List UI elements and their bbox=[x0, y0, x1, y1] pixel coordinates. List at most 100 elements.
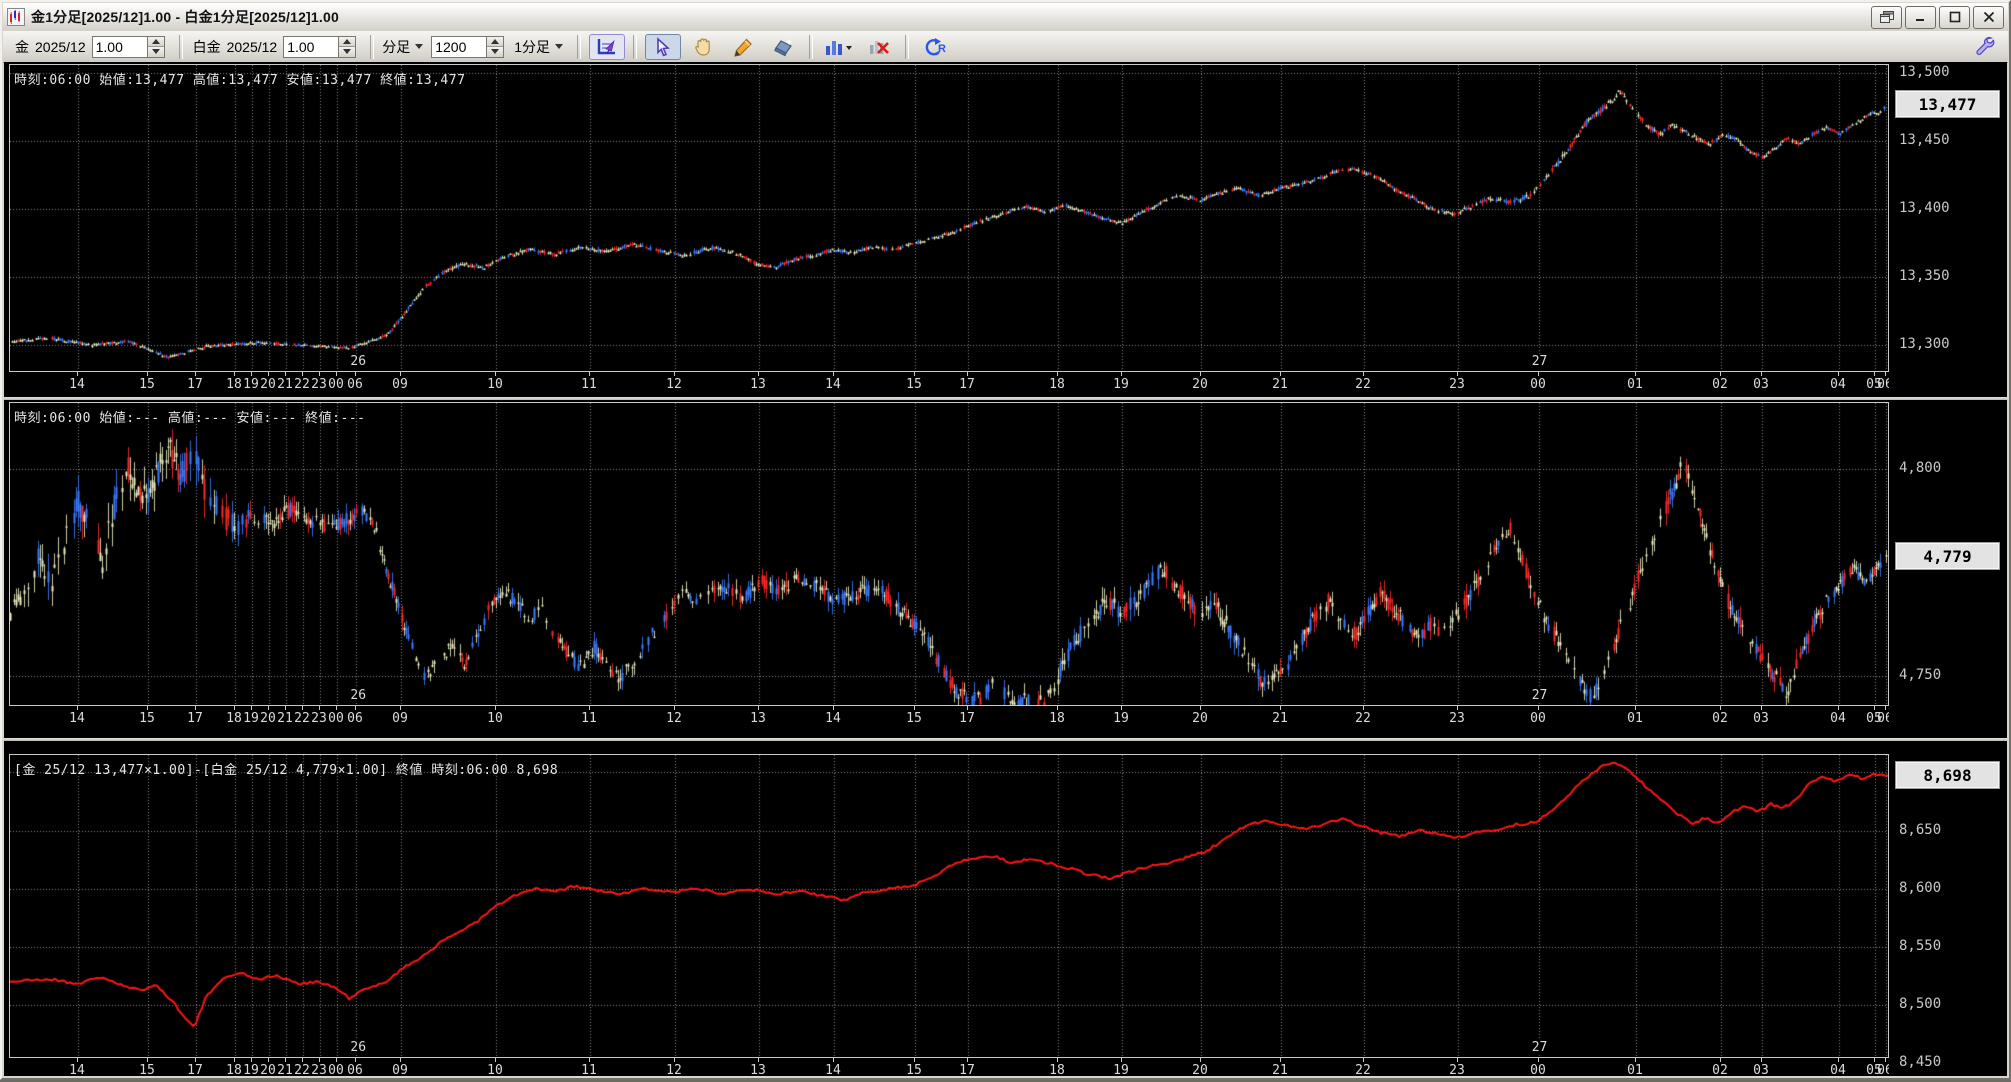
day-marker: 27 bbox=[1531, 354, 1549, 369]
x-tick-mark bbox=[589, 706, 590, 710]
x-tick-label: 22 bbox=[294, 377, 310, 392]
y-axis-label: 8,500 bbox=[1899, 996, 1941, 1012]
y-axis-label: 8,600 bbox=[1899, 880, 1941, 896]
platinum-multiplier-up-button[interactable] bbox=[339, 37, 355, 47]
x-tick-label: 17 bbox=[959, 377, 975, 392]
x-tick-mark bbox=[967, 1058, 968, 1062]
interval-label: 1分足 bbox=[514, 37, 550, 57]
x-tick-label: 06 bbox=[347, 1063, 363, 1078]
x-tick-label: 15 bbox=[906, 377, 922, 392]
platinum-multiplier-down-button[interactable] bbox=[339, 46, 355, 57]
float-window-button[interactable] bbox=[1871, 6, 1902, 29]
x-tick-label: 17 bbox=[187, 711, 203, 726]
x-tick-mark bbox=[302, 372, 303, 376]
delete-chart-button[interactable] bbox=[861, 34, 897, 60]
platinum-multiplier-input[interactable] bbox=[283, 36, 338, 58]
x-tick-label: 02 bbox=[1712, 711, 1728, 726]
x-tick-mark bbox=[285, 1058, 286, 1062]
x-tick-mark bbox=[1538, 372, 1539, 376]
x-tick-mark bbox=[495, 706, 496, 710]
x-tick-label: 06 bbox=[1877, 377, 1889, 392]
x-tick-mark bbox=[268, 1058, 269, 1062]
x-tick-label: 20 bbox=[260, 1063, 276, 1078]
x-tick-mark bbox=[336, 706, 337, 710]
bar-type-dropdown[interactable]: 分足 bbox=[382, 37, 423, 57]
chart-style-button[interactable] bbox=[821, 34, 857, 60]
gold-plot-canvas[interactable] bbox=[10, 65, 1888, 371]
x-tick-label: 02 bbox=[1712, 1063, 1728, 1078]
x-tick-mark bbox=[1457, 706, 1458, 710]
hand-tool-button[interactable] bbox=[685, 34, 721, 60]
bar-count-down-button[interactable] bbox=[487, 46, 503, 57]
x-tick-mark bbox=[1838, 1058, 1839, 1062]
x-tick-mark bbox=[147, 1058, 148, 1062]
gold-multiplier-input[interactable] bbox=[92, 36, 147, 58]
x-tick-label: 21 bbox=[277, 711, 293, 726]
reload-icon: R bbox=[923, 37, 947, 57]
x-tick-label: 17 bbox=[187, 1063, 203, 1078]
day-marker: 26 bbox=[349, 354, 367, 369]
x-tick-label: 00 bbox=[1530, 377, 1546, 392]
chevron-down-icon bbox=[415, 44, 423, 49]
gold-time-axis: 1415171819202122230006091011121314151718… bbox=[9, 372, 1889, 396]
chart-preferences-button[interactable] bbox=[1968, 34, 2000, 60]
x-tick-label: 18 bbox=[1049, 377, 1065, 392]
reload-chart-button[interactable]: R bbox=[917, 34, 953, 60]
gold-multiplier-down-button[interactable] bbox=[148, 46, 164, 57]
x-tick-mark bbox=[1720, 372, 1721, 376]
x-tick-label: 19 bbox=[243, 1063, 259, 1078]
pencil-tool-button[interactable] bbox=[725, 34, 761, 60]
gold-price-axis: 13,50013,45013,40013,35013,30013,477 bbox=[1894, 64, 2007, 372]
title-bar[interactable]: 金1分足[2025/12]1.00 - 白金1分足[2025/12]1.00 bbox=[3, 3, 2008, 32]
x-tick-mark bbox=[1838, 372, 1839, 376]
eraser-tool-button[interactable] bbox=[765, 34, 801, 60]
minimize-button[interactable] bbox=[1905, 6, 1936, 29]
x-tick-label: 15 bbox=[139, 1063, 155, 1078]
gold-multiplier-up-button[interactable] bbox=[148, 37, 164, 47]
bar-count-input[interactable] bbox=[431, 36, 486, 58]
x-tick-label: 10 bbox=[487, 377, 503, 392]
x-tick-mark bbox=[967, 372, 968, 376]
x-tick-label: 12 bbox=[666, 1063, 682, 1078]
x-tick-label: 18 bbox=[226, 1063, 242, 1078]
spread-info-line: [金 25/12 13,477×1.00]-[白金 25/12 4,779×1.… bbox=[14, 759, 558, 778]
bar-chart-icon bbox=[824, 37, 854, 57]
platinum-plot-canvas[interactable] bbox=[10, 403, 1888, 705]
panel-splitter[interactable] bbox=[4, 738, 2007, 741]
pencil-icon bbox=[732, 37, 754, 57]
x-tick-mark bbox=[400, 372, 401, 376]
y-axis-label: 13,500 bbox=[1899, 64, 1950, 80]
up-arrow-icon bbox=[343, 39, 351, 44]
x-tick-label: 04 bbox=[1830, 1063, 1846, 1078]
x-tick-mark bbox=[589, 372, 590, 376]
wrench-icon bbox=[1972, 34, 1996, 58]
maximize-button[interactable] bbox=[1939, 6, 1970, 29]
x-tick-label: 21 bbox=[277, 1063, 293, 1078]
x-tick-label: 23 bbox=[311, 1063, 327, 1078]
pointer-tool-button[interactable] bbox=[645, 34, 681, 60]
x-tick-mark bbox=[495, 372, 496, 376]
x-tick-mark bbox=[77, 706, 78, 710]
x-tick-label: 11 bbox=[581, 377, 597, 392]
x-tick-mark bbox=[967, 706, 968, 710]
x-tick-mark bbox=[1121, 1058, 1122, 1062]
spread-plot-canvas[interactable] bbox=[10, 755, 1888, 1057]
x-tick-mark bbox=[833, 706, 834, 710]
x-tick-label: 10 bbox=[487, 1063, 503, 1078]
interval-dropdown[interactable]: 1分足 bbox=[514, 37, 563, 57]
minimize-icon bbox=[1915, 11, 1927, 23]
bar-count-up-button[interactable] bbox=[487, 37, 503, 47]
x-tick-label: 15 bbox=[906, 1063, 922, 1078]
chart-settings-button[interactable] bbox=[589, 34, 625, 60]
panel-splitter[interactable] bbox=[4, 397, 2007, 400]
x-tick-mark bbox=[914, 1058, 915, 1062]
x-tick-mark bbox=[302, 1058, 303, 1062]
close-icon bbox=[1983, 11, 1995, 23]
down-arrow-icon bbox=[152, 49, 160, 54]
close-button[interactable] bbox=[1973, 6, 2004, 29]
x-tick-mark bbox=[1761, 1058, 1762, 1062]
x-tick-mark bbox=[319, 372, 320, 376]
toolbar-separator bbox=[577, 35, 581, 59]
x-tick-label: 01 bbox=[1627, 377, 1643, 392]
x-tick-mark bbox=[77, 372, 78, 376]
